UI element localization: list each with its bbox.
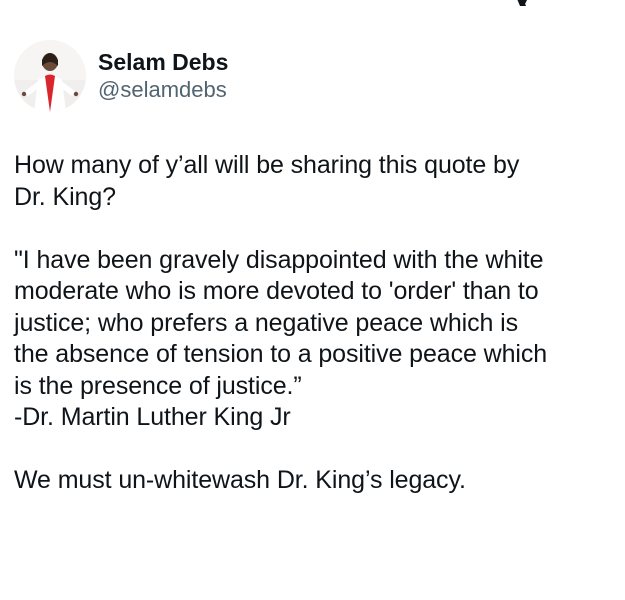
- tweet-text-line: Dr. King?: [14, 182, 116, 211]
- avatar[interactable]: [14, 40, 86, 112]
- tweet-text-line: is the presence of justice.”: [14, 371, 302, 400]
- tweet-intro-paragraph: How many of y’all will be sharing this q…: [14, 150, 614, 213]
- tweet-body: How many of y’all will be sharing this q…: [14, 150, 614, 497]
- tweet-text-line: justice; who prefers a negative peace wh…: [14, 308, 519, 337]
- author-handle[interactable]: @selamdebs: [98, 76, 228, 104]
- tweet-text-line: How many of y’all will be sharing this q…: [14, 151, 520, 179]
- tweet-text-line: We must un-whitewash Dr. King’s legacy.: [14, 466, 466, 494]
- tweet-closing-paragraph: We must un-whitewash Dr. King’s legacy.: [14, 465, 614, 497]
- tweet-text-line: "I have been gravely disappointed with t…: [14, 245, 544, 274]
- x-logo-icon: [517, 0, 527, 6]
- tweet-text-line: -Dr. Martin Luther King Jr: [14, 403, 291, 431]
- tweet-quote-paragraph: "I have been gravely disappointed with t…: [14, 245, 614, 434]
- tweet-text-line: moderate who is more devoted to 'order' …: [14, 277, 539, 305]
- tweet-header: Selam Debs @selamdebs: [14, 40, 228, 112]
- author-display-name[interactable]: Selam Debs: [98, 48, 228, 76]
- tweet-text-line: the absence of tension to a positive pea…: [14, 340, 548, 368]
